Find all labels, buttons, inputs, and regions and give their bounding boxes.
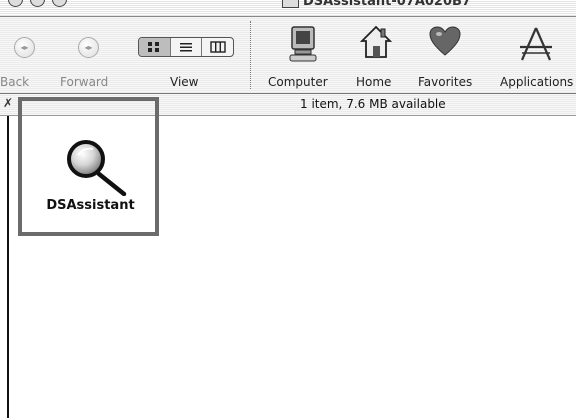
- computer-location-button[interactable]: Computer: [268, 17, 338, 93]
- view-mode-control[interactable]: [138, 37, 234, 57]
- zoom-window-button[interactable]: [52, 0, 67, 7]
- computer-icon: [289, 26, 317, 62]
- applications-icon: [520, 27, 552, 61]
- forward-arrow-icon: ◂▸: [78, 37, 99, 58]
- magnifier-icon[interactable]: [66, 138, 128, 196]
- icon-view-button[interactable]: [139, 38, 171, 56]
- icon-view-icon: [148, 42, 160, 52]
- column-view-button[interactable]: [202, 38, 233, 56]
- file-name-label[interactable]: DSAssistant: [24, 198, 157, 213]
- window-title: DSAssistant-07A020B7: [282, 0, 471, 9]
- minimize-window-button[interactable]: [30, 0, 45, 7]
- favorites-location-button[interactable]: Favorites: [412, 17, 478, 93]
- window-title-text: DSAssistant-07A020B7: [303, 0, 471, 9]
- read-only-indicator-icon: ✗: [3, 96, 14, 110]
- home-label: Home: [356, 75, 392, 89]
- list-view-icon: [180, 43, 192, 52]
- home-location-button[interactable]: Home: [352, 17, 402, 93]
- back-button[interactable]: ◂▸ Back: [0, 17, 44, 93]
- title-bar[interactable]: DSAssistant-07A020B7: [0, 0, 576, 17]
- applications-label: Applications: [500, 75, 574, 89]
- home-icon: [360, 25, 392, 58]
- disk-image-icon: [282, 0, 299, 8]
- favorites-label: Favorites: [418, 75, 473, 89]
- finder-window: DSAssistant-07A020B7 ◂▸ Back ◂▸ Forward: [0, 0, 576, 418]
- applications-location-button[interactable]: Applications: [484, 17, 576, 93]
- back-label: Back: [0, 75, 30, 89]
- favorites-heart-icon: [429, 26, 461, 56]
- status-text: 1 item, 7.6 MB available: [300, 97, 446, 111]
- window-left-edge: [7, 116, 9, 418]
- list-view-button[interactable]: [171, 38, 203, 56]
- computer-label: Computer: [268, 75, 328, 89]
- close-window-button[interactable]: [8, 0, 23, 7]
- view-label: View: [170, 75, 199, 89]
- toolbar-separator: [250, 21, 251, 89]
- forward-button[interactable]: ◂▸ Forward: [56, 17, 120, 93]
- toolbar: ◂▸ Back ◂▸ Forward View Computer Home Fa…: [0, 17, 576, 94]
- column-view-icon: [209, 41, 226, 53]
- back-arrow-icon: ◂▸: [14, 37, 35, 58]
- forward-label: Forward: [60, 75, 109, 89]
